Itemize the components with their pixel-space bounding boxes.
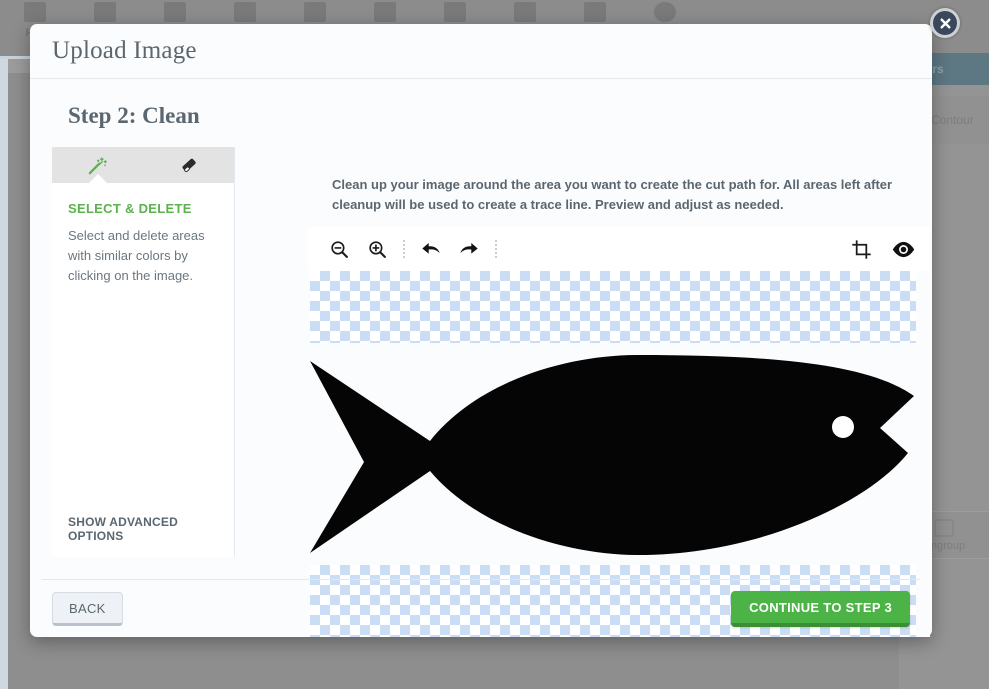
undo-arrow-icon — [422, 243, 440, 254]
crop-button[interactable] — [842, 232, 880, 266]
tool-content: SELECT & DELETE Select and delete areas … — [52, 183, 234, 286]
fish-silhouette-image[interactable] — [308, 343, 918, 565]
tool-panel: SELECT & DELETE Select and delete areas … — [52, 147, 235, 557]
tab-eraser[interactable] — [143, 147, 234, 183]
instruction-text: Clean up your image around the area you … — [332, 177, 893, 212]
background-contour-label: Contour — [931, 113, 974, 127]
tool-tabs — [52, 147, 234, 183]
left-column: Step 2: Clean SELECT & DELETE Select and… — [52, 79, 235, 557]
crop-icon — [851, 239, 871, 259]
close-button[interactable] — [930, 8, 960, 38]
zoom-out-button[interactable] — [320, 232, 358, 266]
close-icon — [939, 17, 951, 29]
modal-header: Upload Image — [30, 24, 932, 79]
eye-icon — [892, 241, 914, 257]
redo-button[interactable] — [450, 232, 488, 266]
upload-image-modal: Upload Image Clean up your image around … — [30, 8, 960, 637]
cut-icon — [304, 2, 326, 22]
back-button[interactable]: BACK — [52, 591, 123, 626]
file-icon — [24, 2, 46, 22]
background-left-ruler — [0, 59, 8, 689]
redo-arrow-icon — [460, 243, 478, 254]
page-title: Upload Image — [52, 37, 197, 64]
toolbar-divider — [403, 240, 405, 258]
tool-description: Select and delete areas with similar col… — [68, 228, 205, 283]
undo-icon — [164, 2, 186, 22]
modal-footer: BACK CONTINUE TO STEP 3 — [42, 579, 920, 637]
paste-icon — [444, 2, 466, 22]
tool-heading: SELECT & DELETE — [68, 201, 192, 216]
continue-to-step-3-button[interactable]: CONTINUE TO STEP 3 — [731, 590, 910, 627]
preview-button[interactable] — [884, 232, 922, 266]
active-tab-pointer — [89, 174, 107, 183]
redo-icon — [234, 2, 256, 22]
save-icon — [94, 2, 116, 22]
zoom-out-icon — [330, 240, 348, 258]
transparency-checker-top — [310, 271, 916, 343]
zoom-in-button[interactable] — [358, 232, 396, 266]
copy-icon — [374, 2, 396, 22]
canvas-toolbar — [308, 227, 930, 271]
toolbar-divider — [495, 240, 497, 258]
select-all-icon — [514, 2, 536, 22]
zoom-in-icon — [368, 240, 386, 258]
undo-button[interactable] — [412, 232, 450, 266]
arrange-icon — [584, 2, 606, 22]
step-title: Step 2: Clean — [68, 103, 200, 128]
canvas-area — [308, 227, 930, 637]
show-advanced-options-button[interactable]: SHOW ADVANCED OPTIONS — [68, 515, 234, 543]
go-icon — [654, 2, 676, 22]
ungroup-icon — [934, 518, 954, 537]
modal-body: Clean up your image around the area you … — [30, 79, 932, 637]
magic-wand-icon — [88, 157, 107, 175]
eraser-icon — [181, 158, 196, 173]
